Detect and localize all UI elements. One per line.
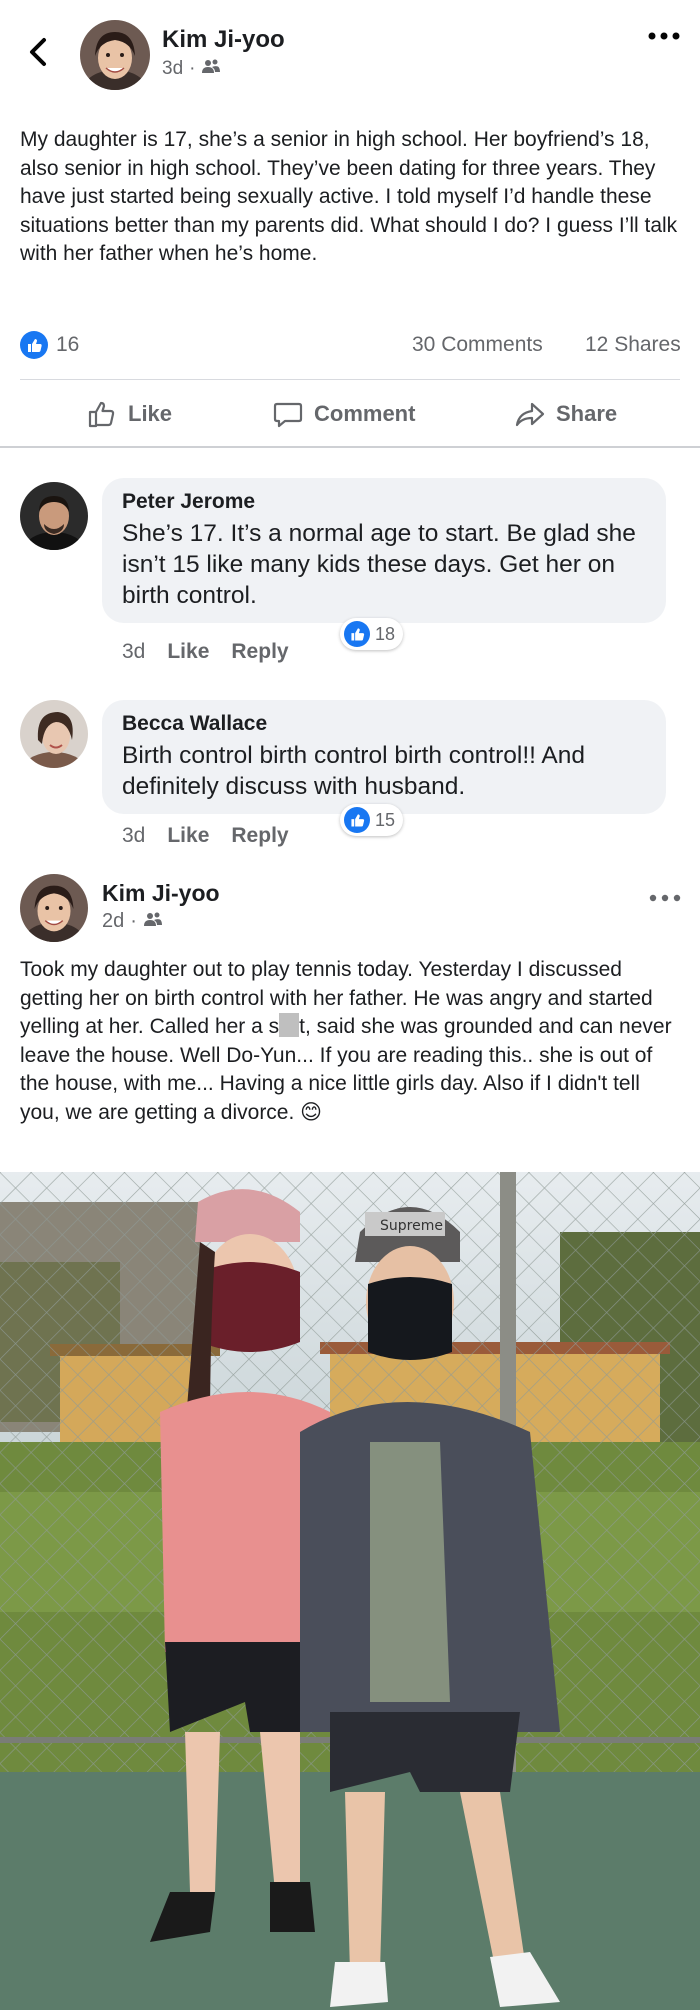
comment-bubble[interactable]: Peter Jerome She’s 17. It’s a normal age… [102, 478, 666, 623]
comments-count[interactable]: 30 Comments [412, 333, 543, 357]
post-meta: 3d · [162, 58, 221, 80]
post-time: 3d [162, 58, 184, 79]
comment-like-button[interactable]: Like [167, 640, 209, 664]
cap-logo-text: Supreme [380, 1218, 443, 1234]
share-button[interactable]: Share [514, 394, 617, 434]
comment-time: 3d [122, 640, 146, 663]
author-name[interactable]: Kim Ji-yoo [102, 880, 220, 907]
post-photo[interactable]: Supreme [0, 1172, 700, 2010]
like-reaction-icon [344, 807, 370, 833]
author-avatar[interactable] [80, 20, 150, 90]
share-label: Share [556, 401, 618, 426]
comment-reply-button[interactable]: Reply [231, 640, 288, 664]
section-separator [0, 446, 700, 448]
censor-block [279, 1013, 300, 1037]
back-arrow-icon[interactable] [24, 32, 54, 72]
commenter-name[interactable]: Becca Wallace [122, 712, 646, 736]
comment-like-button[interactable]: Like [167, 824, 209, 848]
smile-emoji: 😊 [300, 1100, 323, 1124]
comment-footer: 3d Like Reply [122, 640, 289, 664]
post-body: Took my daughter out to play tennis toda… [20, 956, 684, 1127]
comment-text: She’s 17. It’s a normal age to start. Be… [122, 520, 636, 609]
comment-button[interactable]: Comment [272, 394, 415, 434]
comment-bubble[interactable]: Becca Wallace Birth control birth contro… [102, 700, 666, 814]
more-options-icon[interactable] [648, 890, 682, 906]
comment-text: Birth control birth control birth contro… [122, 742, 585, 800]
comment-time: 3d [122, 824, 146, 847]
like-label: Like [128, 401, 173, 426]
post-time: 2d [102, 910, 125, 932]
post-header: Kim Ji-yoo 3d · [0, 0, 700, 110]
comment-reaction-badge[interactable]: 15 [340, 804, 404, 836]
thumbs-up-icon [88, 401, 115, 428]
like-reaction-icon[interactable] [20, 331, 48, 359]
post-actions: Like Comment Share [0, 386, 700, 442]
friends-icon [201, 58, 221, 80]
friends-icon [143, 910, 163, 933]
shares-count[interactable]: 12 Shares [585, 333, 681, 357]
like-count[interactable]: 16 [56, 333, 79, 357]
share-icon [515, 402, 545, 427]
comment-label: Comment [314, 401, 416, 426]
comment-icon [273, 402, 303, 428]
reactions-bar: 16 30 Comments 12 Shares [20, 330, 690, 360]
like-reaction-icon [344, 621, 370, 647]
commenter-avatar[interactable] [20, 482, 88, 550]
comment-reaction-count: 15 [375, 809, 396, 830]
like-button[interactable]: Like [86, 394, 172, 434]
post-meta: 2d · [102, 910, 163, 933]
author-avatar[interactable] [20, 874, 88, 942]
comment-footer: 3d Like Reply [122, 824, 289, 848]
comment-reaction-count: 18 [375, 623, 396, 644]
divider [20, 379, 680, 380]
more-options-icon[interactable] [646, 26, 682, 46]
comment-reply-button[interactable]: Reply [231, 824, 288, 848]
comment-reaction-badge[interactable]: 18 [340, 618, 404, 650]
author-name[interactable]: Kim Ji-yoo [162, 26, 285, 54]
commenter-avatar[interactable] [20, 700, 88, 768]
commenter-name[interactable]: Peter Jerome [122, 490, 646, 514]
post-body: My daughter is 17, she’s a senior in hig… [20, 128, 678, 265]
